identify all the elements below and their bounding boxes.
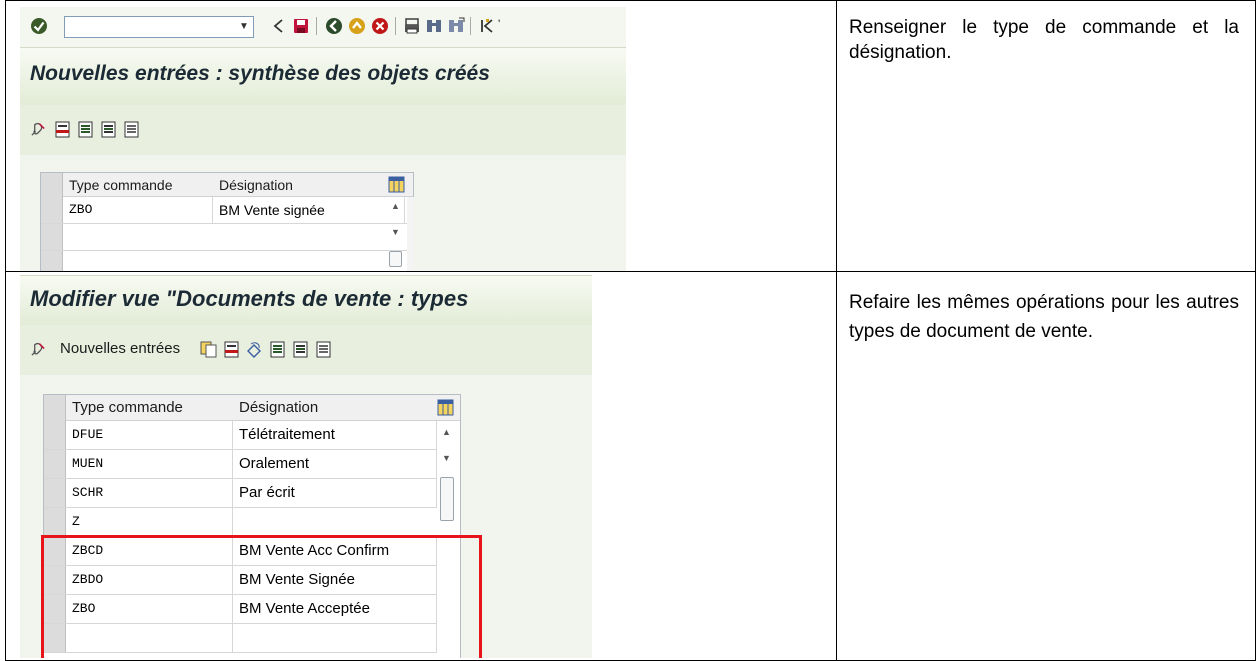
scroll-up-icon[interactable]: ▲ <box>442 427 451 437</box>
change-display-icon[interactable] <box>30 341 47 358</box>
select-all-icon[interactable] <box>269 341 286 358</box>
row-selector[interactable] <box>44 421 66 449</box>
table-row: ZBO BM Vente signée <box>41 197 407 224</box>
scroll-down-icon[interactable]: ▼ <box>442 453 451 463</box>
content-area: Type commande Désignation DFUE Télétrait… <box>20 375 592 658</box>
toolbar-separator <box>395 17 396 35</box>
back-arrow-icon[interactable] <box>270 17 288 35</box>
standard-toolbar: ▼ ' <box>20 7 626 47</box>
row-selector[interactable] <box>44 508 66 536</box>
vertical-scrollbar[interactable] <box>407 197 414 271</box>
column-header-designation[interactable]: Désignation <box>213 173 405 197</box>
print-icon[interactable] <box>403 17 421 35</box>
cancel-icon[interactable] <box>371 17 389 35</box>
type-commande-cell[interactable]: Z <box>66 508 233 536</box>
title-bar: Nouvelles entrées : synthèse des objets … <box>20 47 626 105</box>
change-display-icon[interactable] <box>30 121 47 138</box>
row1-screenshot-cell: ▼ ' Nouvelles entrées : synthèse des obj… <box>5 0 837 272</box>
copy-icon[interactable] <box>200 341 217 358</box>
type-commande-cell[interactable]: MUEN <box>66 450 233 478</box>
delete-icon[interactable] <box>54 121 71 138</box>
scroll-up-icon[interactable]: ▲ <box>391 201 400 211</box>
chevron-down-icon[interactable]: ▼ <box>235 17 253 37</box>
document-table: ▼ ' Nouvelles entrées : synthèse des obj… <box>5 0 1256 661</box>
sap-window-1: ▼ ' Nouvelles entrées : synthèse des obj… <box>20 7 626 271</box>
highlight-rectangle <box>41 535 482 658</box>
table-row <box>41 251 407 271</box>
table-row: MUEN Oralement <box>44 450 437 479</box>
instruction-text: Refaire les mêmes opérations pour les au… <box>849 292 1239 342</box>
row-selector[interactable] <box>41 251 63 271</box>
row1-instruction-cell: Renseigner le type de commande et la dés… <box>836 0 1256 272</box>
command-field[interactable]: ▼ <box>64 16 254 38</box>
page-title: Nouvelles entrées : synthèse des objets … <box>30 62 490 85</box>
column-header-type-commande[interactable]: Type commande <box>66 395 233 421</box>
find-next-icon[interactable] <box>447 17 465 35</box>
table-control: Type commande Désignation ZBO BM Vente s… <box>40 172 414 271</box>
type-commande-cell[interactable]: DFUE <box>66 421 233 449</box>
undo-icon[interactable] <box>246 341 263 358</box>
table-row: DFUE Télétraitement <box>44 421 437 450</box>
find-icon[interactable] <box>425 17 443 35</box>
first-page-icon[interactable] <box>478 17 496 35</box>
content-area: Type commande Désignation ZBO BM Vente s… <box>20 155 626 271</box>
toolbar-separator <box>316 17 317 35</box>
row2-instruction-cell: Refaire les mêmes opérations pour les au… <box>836 271 1256 661</box>
column-header-designation[interactable]: Désignation <box>233 395 437 421</box>
title-bar: Modifier vue "Documents de vente : types <box>20 275 592 325</box>
deselect-all-icon[interactable] <box>123 121 140 138</box>
scroll-thumb[interactable] <box>440 477 454 521</box>
select-all-rows-button[interactable] <box>44 395 66 421</box>
sap-window-2: Modifier vue "Documents de vente : types… <box>20 275 592 658</box>
select-all-rows-button[interactable] <box>41 173 63 197</box>
deselect-all-icon[interactable] <box>315 341 332 358</box>
designation-cell[interactable]: BM Vente signée <box>213 197 405 223</box>
save-icon[interactable] <box>292 17 310 35</box>
table-row: Z <box>44 508 437 537</box>
back-icon[interactable] <box>325 17 343 35</box>
column-configuration-icon[interactable] <box>437 399 454 416</box>
delete-icon[interactable] <box>223 341 240 358</box>
page-title: Modifier vue "Documents de vente : types <box>30 286 469 311</box>
designation-cell[interactable]: Oralement <box>233 450 437 478</box>
instruction-text: Renseigner le type de commande et la dés… <box>849 17 1239 63</box>
column-header-type-commande[interactable]: Type commande <box>63 173 213 197</box>
exit-icon[interactable] <box>348 17 366 35</box>
table-row: SCHR Par écrit <box>44 479 437 508</box>
new-entries-button[interactable]: Nouvelles entrées <box>60 340 180 357</box>
scroll-thumb[interactable] <box>389 251 402 267</box>
designation-cell[interactable]: Télétraitement <box>233 421 437 449</box>
table-header: Type commande Désignation <box>41 173 413 197</box>
select-block-icon[interactable] <box>100 121 117 138</box>
designation-cell[interactable]: Par écrit <box>233 479 437 507</box>
row-selector[interactable] <box>44 450 66 478</box>
row-selector[interactable] <box>41 197 63 223</box>
toolbar-separator <box>470 17 471 35</box>
row-selector[interactable] <box>44 479 66 507</box>
row2-screenshot-cell: Modifier vue "Documents de vente : types… <box>5 271 837 661</box>
select-block-icon[interactable] <box>292 341 309 358</box>
application-toolbar: Nouvelles entrées <box>20 325 592 375</box>
scroll-down-icon[interactable]: ▼ <box>391 227 400 237</box>
column-configuration-icon[interactable] <box>388 176 405 193</box>
check-icon[interactable] <box>30 17 48 35</box>
truncated-icon: ' <box>498 17 501 31</box>
type-commande-cell[interactable]: SCHR <box>66 479 233 507</box>
type-commande-cell[interactable]: ZBO <box>63 197 213 223</box>
table-header: Type commande Désignation <box>44 395 460 421</box>
select-all-icon[interactable] <box>77 121 94 138</box>
table-row <box>41 224 407 251</box>
application-toolbar <box>20 105 626 155</box>
row-selector[interactable] <box>41 224 63 250</box>
